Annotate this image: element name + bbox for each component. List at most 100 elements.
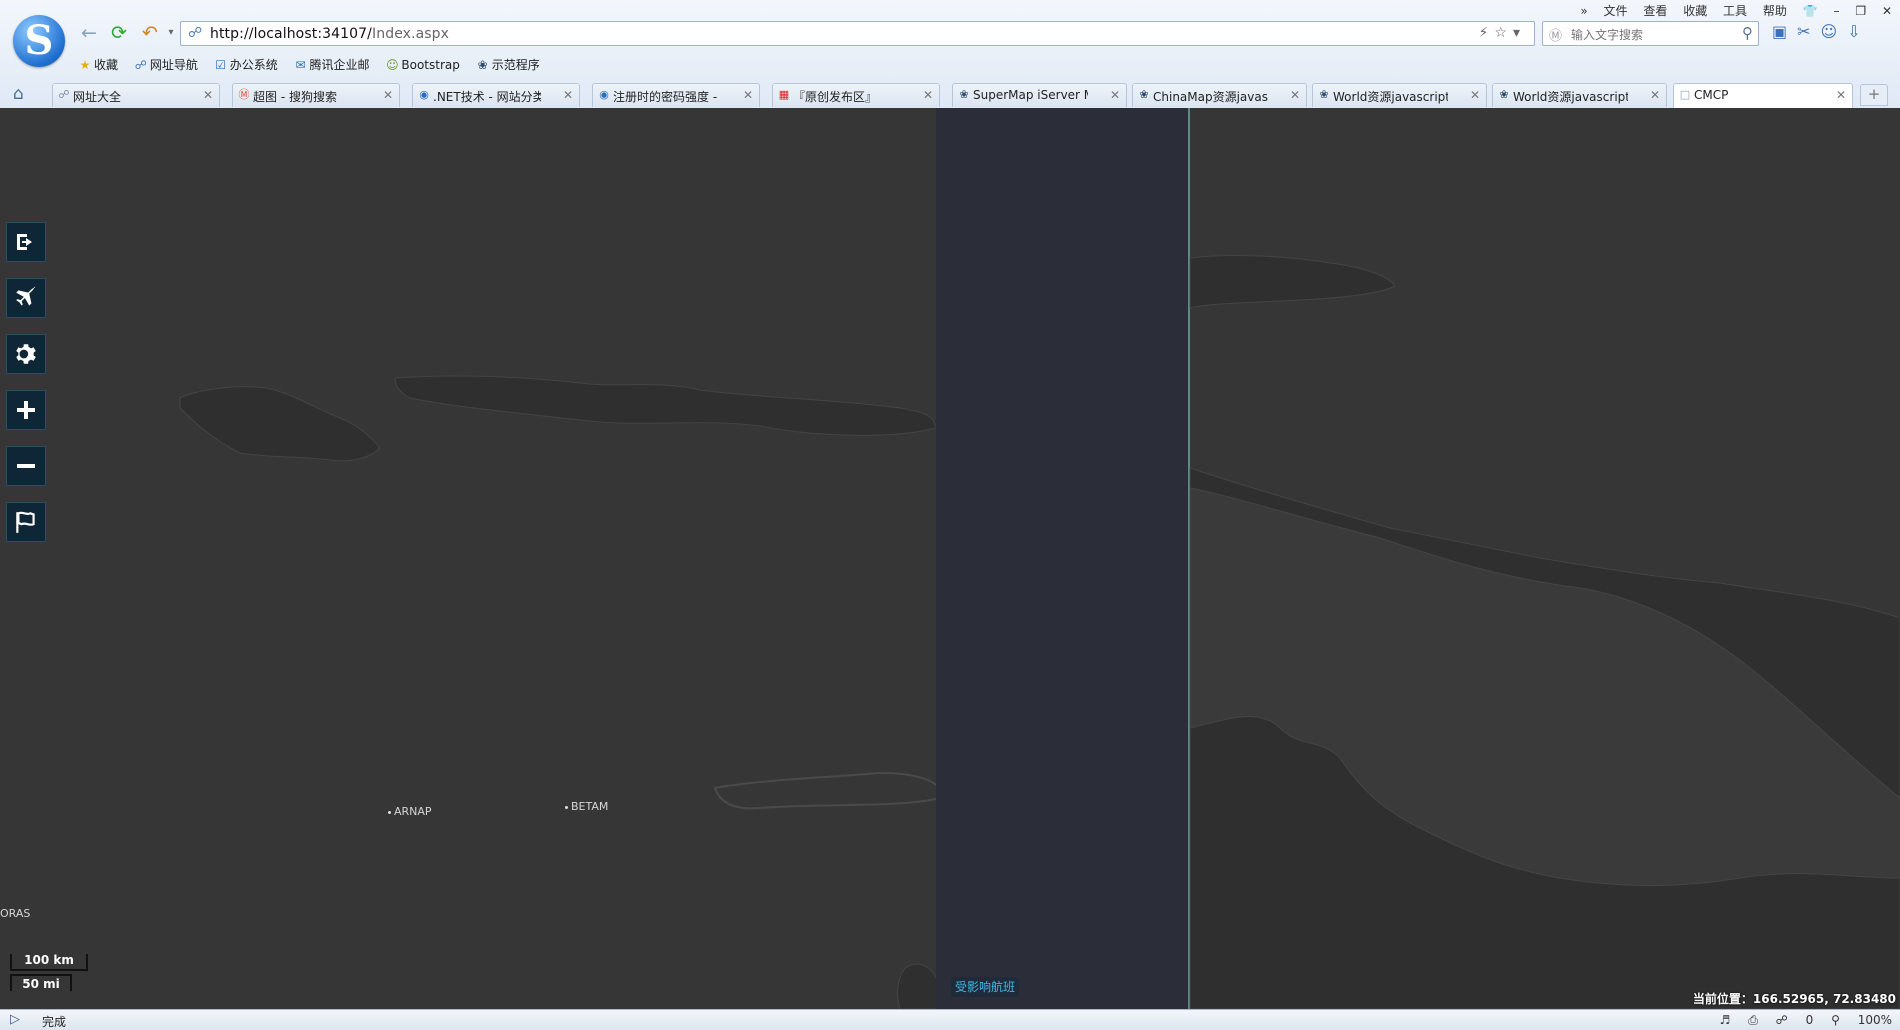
search-input[interactable] [1569,24,1733,45]
map-canvas[interactable] [0,108,1900,1009]
tab-10-active[interactable]: □ CMCP ✕ [1673,83,1853,108]
address-tools: ⚡☆▾ [1479,25,1526,41]
waypoint-arnap[interactable]: ARNAP [388,805,432,818]
tab-5[interactable]: ▦ 『原创发布区』 ✕ [772,83,940,107]
chevron-down-icon[interactable]: ▾ [1513,25,1526,41]
sogou-logo-icon[interactable]: S [13,15,65,67]
scale-mi: 50 mi [10,974,72,991]
bookmark-nav[interactable]: ☍ 网址导航 [134,56,198,73]
waypoint-dot [388,810,391,814]
close-icon[interactable]: ✕ [1470,88,1480,102]
lightning-icon[interactable]: ⚡ [1479,25,1495,41]
minus-icon [17,464,35,468]
extension-icon[interactable]: ▣ [1772,22,1797,41]
zoom-in-button[interactable] [6,390,46,430]
search-box[interactable]: Ⓜ ⚲ [1542,21,1759,46]
bookmark-mail[interactable]: ✉ 腾讯企业邮 [294,56,370,73]
close-icon[interactable]: ✕ [923,88,933,102]
undo-dropdown-icon[interactable]: ▾ [160,22,182,44]
map-view[interactable]: ARNAP BETAM ORAS 100 km 50 mi 受影响航班 当前位置… [0,108,1900,1009]
smiley-icon[interactable]: ☺ [1821,22,1848,41]
menu-item-help[interactable]: 帮助 [1763,4,1787,18]
back-arrow-icon[interactable]: ← [78,22,100,44]
close-icon[interactable]: ✕ [563,88,573,102]
minimize-icon[interactable]: – [1834,4,1840,18]
bookmark-favorites[interactable]: ★ 收藏 [78,56,118,73]
tab-9[interactable]: ❀ World资源javascript示 ✕ [1492,83,1667,107]
bookmark-label: 示范程序 [491,58,540,72]
scale-bar: 100 km 50 mi [10,954,88,994]
tab-6[interactable]: ❀ SuperMap iServer Ma ✕ [952,83,1127,107]
menu-item-file[interactable]: 文件 [1604,4,1628,18]
scissors-icon[interactable]: ✂ [1797,22,1820,41]
affected-flights-button[interactable]: 受影响航班 [951,977,1020,997]
exit-icon [17,234,32,250]
url-text[interactable]: http://localhost:34107/Index.aspx [210,26,449,42]
star-outline-icon[interactable]: ☆ [1494,25,1513,41]
refresh-icon[interactable]: ⟳ [108,22,130,44]
tab-label: 网址大全 [73,90,122,104]
tab-label: World资源javascript示 [1333,90,1448,104]
menu-item-favorites[interactable]: 收藏 [1683,4,1707,18]
close-icon[interactable]: ✕ [1836,88,1846,102]
tab-label: .NET技术 - 网站分类 - [433,90,541,104]
scale-km: 100 km [10,954,88,971]
menu-item-view[interactable]: 查看 [1643,4,1667,18]
globe-icon: ☍ [134,58,147,72]
sidebar-panel [936,108,1189,1009]
shield-status[interactable]: ☍ 0 [1776,1013,1814,1027]
tab-4[interactable]: ◉ 注册时的密码强度 - gir ✕ [592,83,760,107]
cnblogs-icon: ◉ [419,88,429,101]
coord-label: 当前位置： [1692,992,1753,1006]
tab-7[interactable]: ❀ ChinaMap资源javascri ✕ [1132,83,1307,107]
home-icon[interactable]: ⌂ [13,84,24,104]
close-icon[interactable]: ✕ [1110,88,1120,102]
menu-item-tools[interactable]: 工具 [1723,4,1747,18]
menu-more-icon[interactable]: » [1580,4,1587,18]
print-icon[interactable]: ⎙ [1748,1013,1758,1027]
exit-button[interactable] [6,222,46,262]
skin-icon[interactable]: 👕 [1803,4,1818,18]
zoom-status[interactable]: ⚲ 100% [1831,1013,1892,1027]
tab-3[interactable]: ◉ .NET技术 - 网站分类 - ✕ [412,83,580,107]
close-icon[interactable]: ✕ [1650,88,1660,102]
waypoint-oras[interactable]: ORAS [0,907,30,920]
plane-icon [16,286,36,306]
tab-2[interactable]: Ⓜ 超图 - 搜狗搜索 ✕ [232,83,400,107]
page-icon: □ [1679,88,1691,101]
address-bar[interactable]: ☍ http://localhost:34107/Index.aspx ⚡☆▾ [180,21,1535,46]
bookmark-bootstrap[interactable]: ☺ Bootstrap [385,58,460,72]
waypoint-label: BETAM [571,800,609,813]
close-icon[interactable]: ✕ [743,88,753,102]
waypoint-betam[interactable]: BETAM [565,800,608,813]
flight-button[interactable] [6,278,46,318]
volume-icon[interactable]: ♬ [1720,1013,1731,1027]
undo-icon[interactable]: ↶ [139,22,161,44]
settings-button[interactable] [6,334,46,374]
new-tab-button[interactable]: + [1860,84,1888,106]
flag-button[interactable] [6,502,46,542]
close-icon[interactable]: ✕ [1290,88,1300,102]
supermap-icon: ❀ [1139,88,1149,101]
search-icon[interactable]: ⚲ [1742,24,1753,42]
download-icon[interactable]: ⇩ [1847,22,1870,41]
bookmark-office[interactable]: ☑ 办公系统 [214,56,277,73]
status-right: ♬ ⎙ ☍ 0 ⚲ 100% [1706,1013,1892,1028]
status-bar: ▷ 完成 ♬ ⎙ ☍ 0 ⚲ 100% [0,1009,1900,1030]
url-path: Index.aspx [372,26,450,42]
browser-chrome: S ← ⟳ ↶ ▾ ☍ http://localhost:34107/Index… [0,0,1900,109]
close-icon[interactable]: ✕ [383,88,393,102]
tab-strip: ⌂ ☍ 网址大全 ✕ Ⓜ 超图 - 搜狗搜索 ✕ ◉ .NET技术 - 网站分类 - ✕ ◉… [0,81,1900,108]
close-icon[interactable]: ✕ [203,88,213,102]
tab-8[interactable]: ❀ World资源javascript示 ✕ [1312,83,1487,107]
zoom-out-button[interactable] [6,446,46,486]
play-icon[interactable]: ▷ [10,1012,20,1027]
star-icon: ★ [79,58,91,72]
tab-label: 注册时的密码强度 - gir [613,90,721,104]
tab-1[interactable]: ☍ 网址大全 ✕ [52,83,220,107]
close-window-icon[interactable]: ✕ [1882,4,1892,18]
restore-icon[interactable]: ❐ [1855,4,1866,18]
bookmark-demo[interactable]: ❀ 示范程序 [476,56,540,73]
sogou-search-icon: Ⓜ [1549,29,1563,44]
supermap-icon: ❀ [477,58,488,72]
